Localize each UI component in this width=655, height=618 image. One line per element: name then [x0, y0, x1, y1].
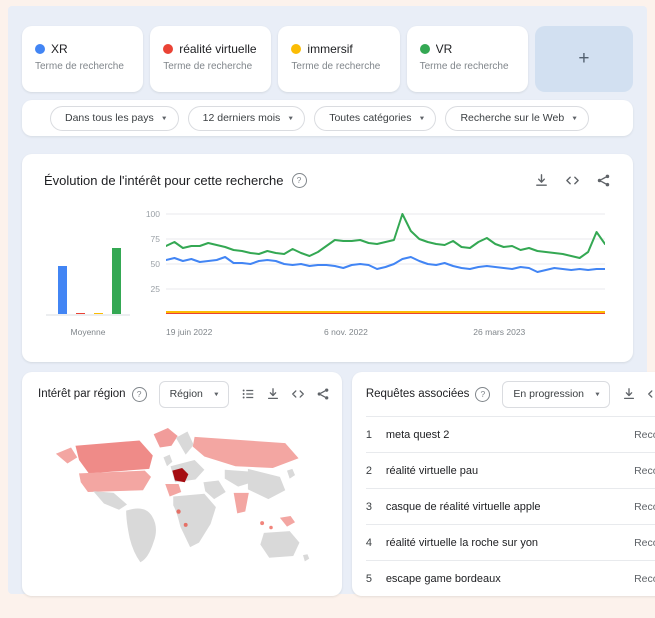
plus-icon: + — [578, 48, 589, 70]
y-tick: 50 — [136, 259, 160, 269]
queries-sort-dropdown[interactable]: En progression ▼ — [502, 381, 610, 408]
category-filter-label: Toutes catégories — [329, 112, 411, 124]
term-chip-realite-virtuelle[interactable]: réalité virtuelle Terme de recherche — [150, 26, 271, 92]
related-query-row[interactable]: 5 escape game bordeaux Record ⋮ — [366, 561, 655, 596]
query-badge: Record — [634, 429, 655, 441]
related-query-row[interactable]: 3 casque de réalité virtuelle apple Reco… — [366, 489, 655, 525]
x-tick: 19 juin 2022 — [166, 327, 212, 337]
query-badge: Record — [634, 465, 655, 477]
chevron-down-icon: ▼ — [213, 391, 220, 397]
query-text[interactable]: meta quest 2 — [386, 429, 626, 441]
query-badge: Record — [634, 501, 655, 513]
property-filter-label: Recherche sur le Web — [460, 112, 564, 124]
interest-by-region-card: Intérêt par région ? Région ▼ — [22, 372, 342, 596]
chevron-down-icon: ▼ — [419, 115, 426, 121]
related-queries-card: Requêtes associées ? En progression ▼ — [352, 372, 655, 596]
category-filter-dropdown[interactable]: Toutes catégories ▼ — [314, 106, 436, 131]
related-query-row[interactable]: 4 réalité virtuelle la roche sur yon Rec… — [366, 525, 655, 561]
chevron-down-icon: ▼ — [571, 115, 578, 121]
search-terms-row: XR Terme de recherche réalité virtuelle … — [22, 26, 633, 92]
term-label: XR — [51, 42, 68, 56]
y-tick: 75 — [136, 234, 160, 244]
embed-icon[interactable] — [291, 387, 305, 401]
term-color-dot — [163, 44, 173, 54]
related-queries-list: 1 meta quest 2 Record ⋮ 2 réalité virtue… — [366, 416, 655, 596]
download-icon[interactable] — [622, 387, 636, 401]
term-chip-immersif[interactable]: immersif Terme de recherche — [278, 26, 399, 92]
query-badge: Record — [634, 537, 655, 549]
time-filter-dropdown[interactable]: 12 derniers mois ▼ — [188, 106, 306, 131]
query-rank: 4 — [366, 537, 378, 549]
help-icon[interactable]: ? — [475, 387, 490, 402]
x-tick: 6 nov. 2022 — [324, 327, 368, 337]
download-icon[interactable] — [266, 387, 280, 401]
term-label: réalité virtuelle — [179, 42, 256, 56]
help-icon[interactable]: ? — [132, 387, 147, 402]
queries-dropdown-label: En progression — [513, 388, 584, 400]
term-label: immersif — [307, 42, 352, 56]
region-level-dropdown[interactable]: Région ▼ — [159, 381, 229, 408]
chevron-down-icon: ▼ — [161, 115, 168, 121]
query-rank: 2 — [366, 465, 378, 477]
query-text[interactable]: escape game bordeaux — [386, 573, 626, 585]
region-dropdown-label: Région — [170, 388, 203, 400]
term-type-label: Terme de recherche — [35, 61, 133, 72]
chart-title: Évolution de l'intérêt pour cette recher… — [44, 173, 284, 188]
term-label: VR — [436, 42, 453, 56]
list-view-icon[interactable] — [241, 387, 255, 401]
geo-filter-dropdown[interactable]: Dans tous les pays ▼ — [50, 106, 179, 131]
query-rank: 3 — [366, 501, 378, 513]
term-type-label: Terme de recherche — [291, 61, 389, 72]
term-color-dot — [35, 44, 45, 54]
query-rank: 1 — [366, 429, 378, 441]
embed-icon[interactable] — [647, 387, 655, 401]
share-icon[interactable] — [316, 387, 330, 401]
term-type-label: Terme de recherche — [420, 61, 518, 72]
average-bars: Moyenne — [44, 208, 132, 340]
query-text[interactable]: réalité virtuelle pau — [386, 465, 626, 477]
line-plot[interactable]: 100 75 50 25 19 juin 2022 6 nov. 2022 26… — [166, 208, 605, 340]
query-text[interactable]: réalité virtuelle la roche sur yon — [386, 537, 626, 549]
x-axis-dates: 19 juin 2022 6 nov. 2022 26 mars 2023 — [166, 326, 605, 340]
trend-chart[interactable]: Moyenne 100 75 50 25 19 juin 2022 6 nov.… — [44, 206, 611, 340]
term-chip-xr[interactable]: XR Terme de recherche — [22, 26, 143, 92]
term-color-dot — [291, 44, 301, 54]
related-query-row[interactable]: 1 meta quest 2 Record ⋮ — [366, 417, 655, 453]
y-tick: 25 — [136, 284, 160, 294]
query-text[interactable]: casque de réalité virtuelle apple — [386, 501, 626, 513]
term-color-dot — [420, 44, 430, 54]
query-rank: 5 — [366, 573, 378, 585]
queries-card-title: Requêtes associées — [366, 388, 470, 400]
term-type-label: Terme de recherche — [163, 61, 261, 72]
term-chip-vr[interactable]: VR Terme de recherche — [407, 26, 528, 92]
download-icon[interactable] — [534, 173, 549, 188]
share-icon[interactable] — [596, 173, 611, 188]
query-badge: Record — [634, 573, 655, 585]
filter-bar: Dans tous les pays ▼ 12 derniers mois ▼ … — [22, 100, 633, 136]
world-map[interactable] — [38, 416, 330, 580]
trends-page: XR Terme de recherche réalité virtuelle … — [8, 6, 647, 594]
x-tick: 26 mars 2023 — [473, 327, 525, 337]
region-card-title: Intérêt par région — [38, 388, 126, 400]
time-filter-label: 12 derniers mois — [203, 112, 281, 124]
add-term-button[interactable]: + — [535, 26, 633, 92]
interest-over-time-card: Évolution de l'intérêt pour cette recher… — [22, 154, 633, 362]
chevron-down-icon: ▼ — [287, 115, 294, 121]
chevron-down-icon: ▼ — [594, 391, 601, 397]
related-query-row[interactable]: 2 réalité virtuelle pau Record ⋮ — [366, 453, 655, 489]
y-tick: 100 — [136, 209, 160, 219]
average-label: Moyenne — [44, 327, 132, 337]
property-filter-dropdown[interactable]: Recherche sur le Web ▼ — [445, 106, 589, 131]
geo-filter-label: Dans tous les pays — [65, 112, 154, 124]
help-icon[interactable]: ? — [292, 173, 307, 188]
embed-icon[interactable] — [565, 173, 580, 188]
